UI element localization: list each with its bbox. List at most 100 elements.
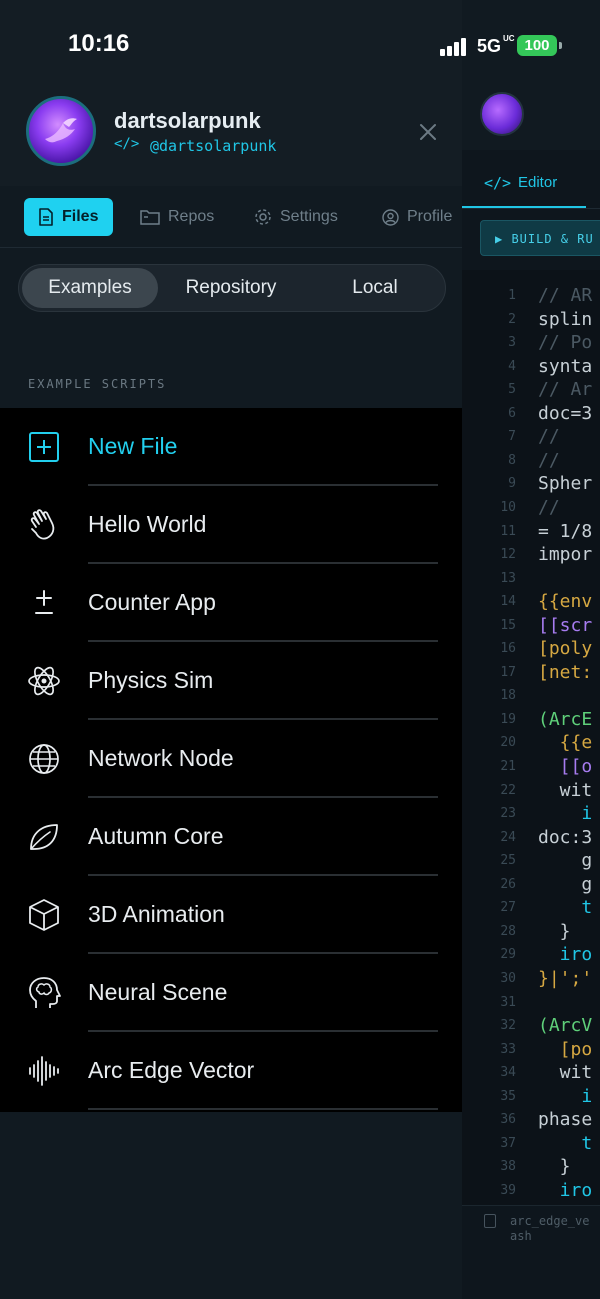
code-line: 38 }: [462, 1155, 600, 1179]
line-number: 23: [500, 806, 516, 822]
tab-profile-label: Profile: [407, 208, 453, 225]
user-circle-icon: [382, 208, 399, 226]
user-handle: @dartsolarpunk: [150, 137, 277, 155]
file-icon: [39, 208, 53, 226]
code-line: 15 [[scr: [462, 614, 600, 638]
file-drawer: 10:16 5G UC 100 dartsolarpunk </> @darts…: [0, 0, 562, 1299]
line-number: 35: [500, 1088, 516, 1104]
segment-repository[interactable]: Repository: [161, 268, 301, 308]
code-line: 6 doc=3: [462, 402, 600, 426]
line-number: 27: [500, 900, 516, 916]
list-item-label: 3D Animation: [88, 901, 225, 927]
line-number: 36: [500, 1112, 516, 1128]
line-number: 20: [500, 735, 516, 751]
code-text: i: [538, 803, 593, 825]
list-item-neural-scene[interactable]: Neural Scene: [0, 954, 462, 1032]
code-text: [[scr: [538, 614, 593, 636]
code-line: 39 iro: [462, 1179, 600, 1203]
code-editor[interactable]: 1// AR 2 splin 3// Po 4 synta 5// Ar 6 doc=3 7//8…: [462, 270, 600, 1205]
list-item-label: Neural Scene: [88, 979, 228, 1005]
code-text: [[o: [538, 756, 593, 777]
signal-icon: [440, 38, 470, 56]
line-number: 16: [500, 641, 516, 657]
line-number: 38: [500, 1159, 516, 1175]
code-text: Spher: [538, 473, 593, 495]
line-number: 1: [508, 288, 516, 303]
tab-settings[interactable]: Settings: [254, 198, 338, 236]
code-text: //: [538, 496, 560, 518]
section-title: EXAMPLE SCRIPTS: [28, 377, 167, 391]
segment-local[interactable]: Local: [305, 268, 445, 308]
tab-profile[interactable]: Profile: [382, 198, 452, 236]
line-number: 13: [500, 570, 516, 586]
code-line: 35 i: [462, 1085, 600, 1109]
close-icon: [420, 124, 436, 140]
tab-files[interactable]: Files: [24, 198, 113, 236]
line-number: 4: [508, 358, 516, 374]
atom-icon: [28, 666, 60, 696]
code-line: 36 phase: [462, 1108, 600, 1132]
code-line: 27 t: [462, 896, 600, 920]
line-number: 34: [500, 1065, 516, 1081]
code-text: = 1/8: [538, 520, 593, 542]
build-and-run-label: ▶ BUILD & RU: [495, 232, 594, 246]
list-item-network-node[interactable]: Network Node: [0, 720, 462, 798]
line-number: 28: [500, 923, 516, 939]
line-number: 25: [500, 853, 516, 869]
build-and-run-button[interactable]: ▶ BUILD & RU: [480, 220, 600, 256]
segment-examples[interactable]: Examples: [22, 268, 158, 308]
code-line: 32 (ArcV: [462, 1014, 600, 1038]
file-icon: [484, 1214, 496, 1228]
code-line: 34 wit: [462, 1061, 600, 1085]
code-text: t: [538, 897, 593, 919]
user-avatar[interactable]: [26, 96, 96, 166]
code-line: 7 //: [462, 425, 600, 449]
code-line: 20 {{e: [462, 731, 600, 755]
list-item-new-file[interactable]: New File: [0, 408, 462, 486]
list-item-label: Hello World: [88, 511, 207, 537]
line-number: 30: [500, 970, 516, 986]
waveform-icon: [29, 1056, 59, 1086]
editor-header: [462, 0, 600, 150]
code-text: phase: [538, 1109, 593, 1131]
code-text: [net:: [538, 661, 593, 683]
wave-hand-icon: [30, 509, 55, 540]
status-indicators: 5G UC 100: [440, 34, 600, 58]
code-line: 11 = 1/8: [462, 520, 600, 544]
tab-editor[interactable]: </> Editor: [462, 158, 586, 208]
code-text: (ArcE: [538, 708, 593, 730]
globe-icon: [29, 744, 59, 774]
code-line: 10 //: [462, 496, 600, 520]
editor-footer: arc_edge_ve ash: [462, 1205, 600, 1299]
list-item-label: New File: [88, 433, 178, 459]
code-line: 22 wit: [462, 779, 600, 803]
code-line: 2 splin: [462, 308, 600, 332]
line-number: 5: [508, 382, 516, 398]
list-item-arc-edge-vector[interactable]: Arc Edge Vector: [0, 1032, 462, 1110]
code-icon: </>: [114, 136, 140, 152]
line-number: 21: [500, 759, 516, 774]
code-text: {{e: [538, 732, 593, 754]
list-item-3d-animation[interactable]: 3D Animation: [0, 876, 462, 954]
code-line: 31: [462, 991, 600, 1015]
gear-icon: [255, 209, 271, 225]
code-text: // AR: [538, 285, 593, 306]
list-item-hello-world[interactable]: Hello World: [0, 486, 462, 564]
bird-icon: [45, 118, 77, 143]
code-text: i: [538, 1085, 593, 1107]
code-line: 29 iro: [462, 943, 600, 967]
code-text: synta: [538, 355, 593, 377]
list-item-physics-sim[interactable]: Physics Sim: [0, 642, 462, 720]
code-line: 30}|';': [462, 967, 600, 991]
editor-avatar[interactable]: [480, 92, 524, 136]
close-button[interactable]: [414, 118, 442, 146]
list-item-autumn-core[interactable]: Autumn Core: [0, 798, 462, 876]
line-number: 31: [500, 994, 516, 1010]
list-item-counter-app[interactable]: Counter App: [0, 564, 462, 642]
code-text: g: [538, 873, 593, 895]
code-line: 18: [462, 684, 600, 708]
code-text: [poly: [538, 638, 593, 660]
list-item-label: Autumn Core: [88, 823, 224, 849]
drawer-header: 10:16 5G UC 100 dartsolarpunk </> @darts…: [0, 0, 562, 186]
tab-repos[interactable]: Repos: [140, 198, 214, 236]
